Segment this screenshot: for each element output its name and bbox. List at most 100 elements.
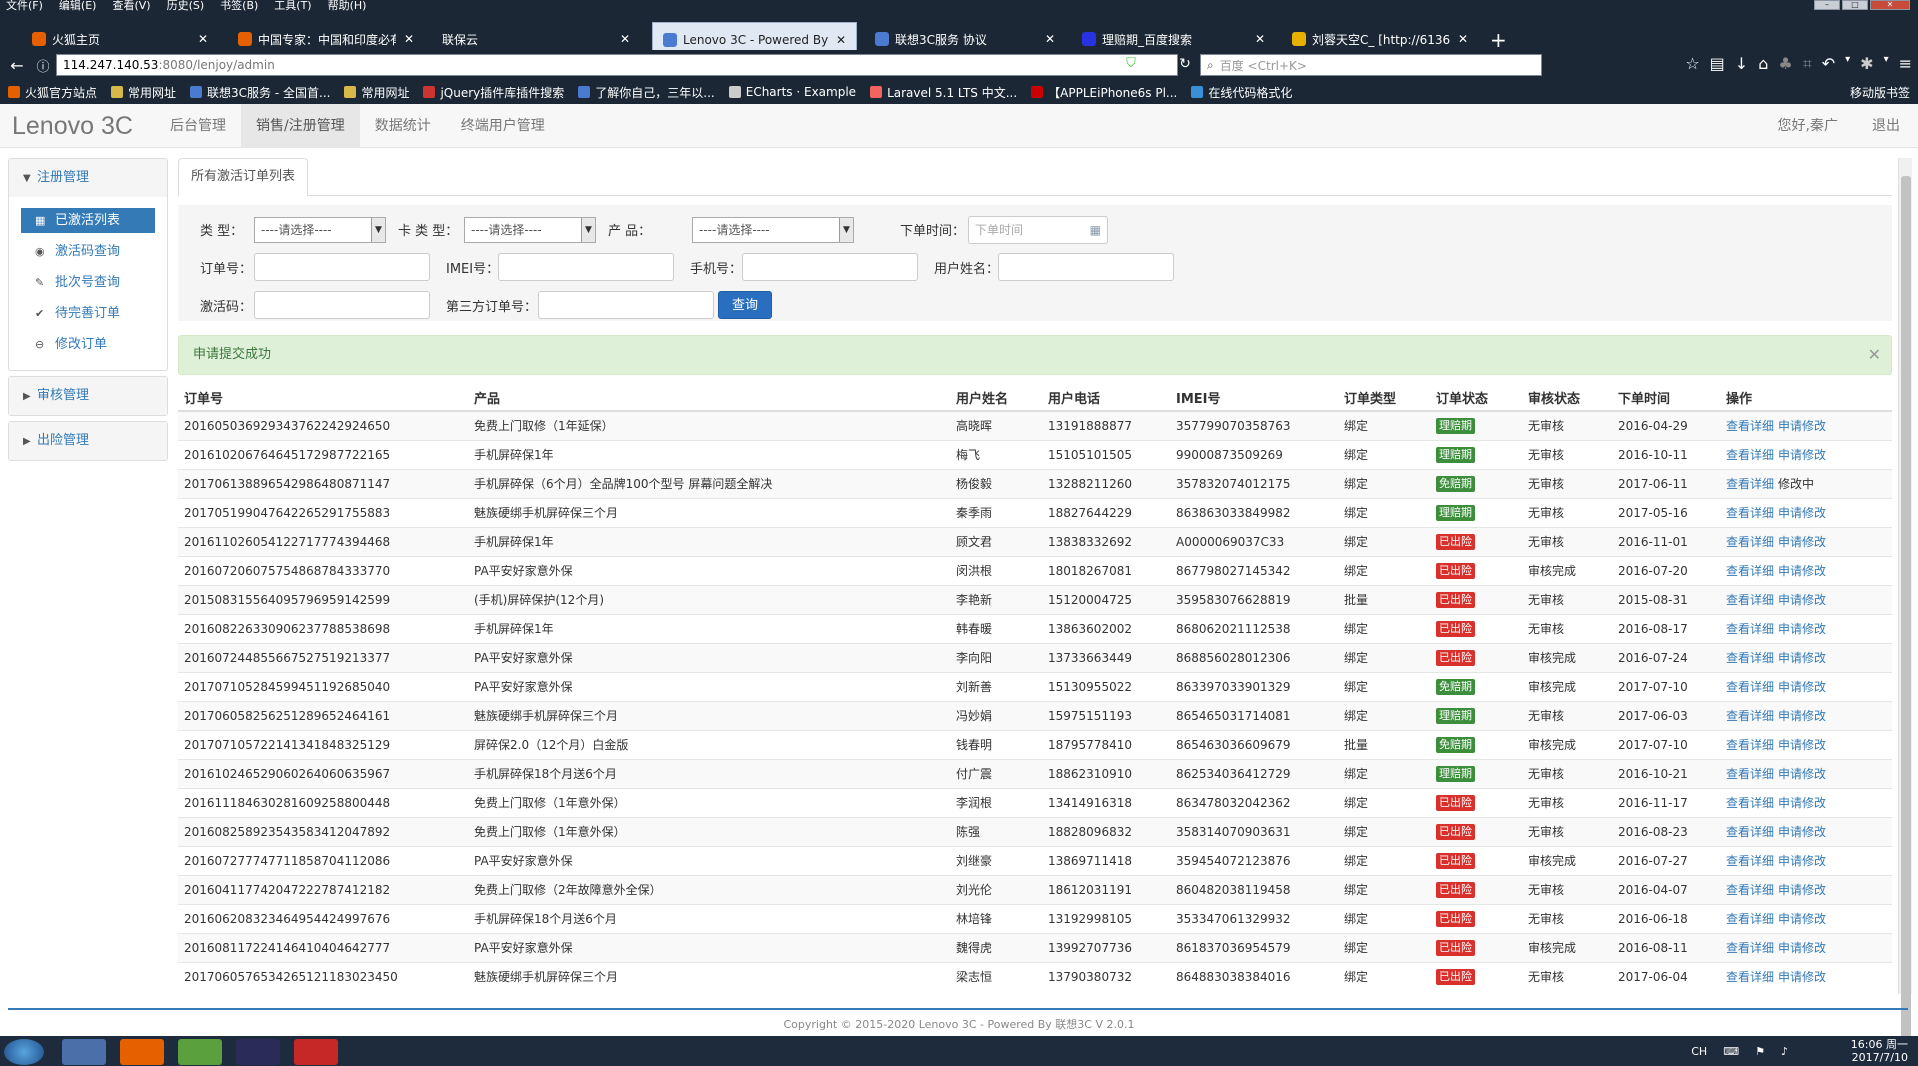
topnav-item[interactable]: 销售/注册管理 — [241, 104, 360, 148]
view-detail-link[interactable]: 查看详细 — [1726, 883, 1774, 897]
close-window-button[interactable]: ✕ — [1870, 0, 1910, 10]
close-tab-icon[interactable]: ✕ — [1458, 32, 1468, 46]
bookmark-item[interactable]: 常用网址 — [111, 84, 176, 101]
gesture-icon[interactable]: ✱ — [1860, 54, 1873, 74]
topnav-item[interactable]: 后台管理 — [155, 104, 241, 148]
sidebar-item[interactable]: ▦ 已激活列表 — [21, 208, 155, 233]
view-detail-link[interactable]: 查看详细 — [1726, 477, 1774, 491]
download-icon[interactable]: ↓ — [1735, 54, 1748, 74]
menu-history[interactable]: 历史(S) — [167, 0, 205, 12]
close-tab-icon[interactable]: ✕ — [404, 32, 414, 46]
apply-edit-link[interactable]: 申请修改 — [1778, 825, 1826, 839]
view-detail-link[interactable]: 查看详细 — [1726, 448, 1774, 462]
apply-edit-link[interactable]: 申请修改 — [1778, 883, 1826, 897]
imei-input[interactable] — [498, 253, 674, 281]
apply-edit-link[interactable]: 申请修改 — [1778, 651, 1826, 665]
view-detail-link[interactable]: 查看详细 — [1726, 535, 1774, 549]
reload-icon[interactable]: ↻ — [1174, 56, 1196, 72]
menu-file[interactable]: 文件(F) — [6, 0, 43, 12]
view-detail-link[interactable]: 查看详细 — [1726, 709, 1774, 723]
clock[interactable]: 16:06 周一 2017/7/10 — [1851, 1038, 1908, 1064]
apply-edit-link[interactable]: 申请修改 — [1778, 448, 1826, 462]
dropdown2-icon[interactable]: ▾ — [1884, 54, 1889, 74]
order-no-input[interactable] — [254, 253, 430, 281]
apply-edit-link[interactable]: 申请修改 — [1778, 535, 1826, 549]
view-detail-link[interactable]: 查看详细 — [1726, 941, 1774, 955]
sidebar-item[interactable]: ◉ 激活码查询 — [21, 236, 155, 267]
sidebar-group-header[interactable]: ▼ 注册管理 — [9, 159, 167, 197]
third-party-order-input[interactable] — [538, 291, 714, 319]
order-time-input[interactable]: 下单时间 ▦ — [968, 216, 1108, 244]
tab-all-activated-orders[interactable]: 所有激活订单列表 — [178, 158, 309, 197]
apply-edit-link[interactable]: 申请修改 — [1778, 622, 1826, 636]
view-detail-link[interactable]: 查看详细 — [1726, 564, 1774, 578]
menu-edit[interactable]: 编辑(E) — [59, 0, 97, 12]
view-detail-link[interactable]: 查看详细 — [1726, 912, 1774, 926]
url-bar[interactable]: 114.247.140.53:8080/lenjoy/admin — [56, 54, 1178, 76]
shield-icon[interactable]: ⛉ — [1120, 56, 1142, 71]
ime-indicator[interactable]: CH — [1691, 1045, 1707, 1058]
menu-help[interactable]: 帮助(H) — [328, 0, 367, 12]
bookmark-item[interactable]: Laravel 5.1 LTS 中文... — [870, 84, 1017, 101]
hamburger-menu-icon[interactable]: ≡ — [1899, 54, 1912, 74]
view-detail-link[interactable]: 查看详细 — [1726, 970, 1774, 984]
view-detail-link[interactable]: 查看详细 — [1726, 622, 1774, 636]
apply-edit-link[interactable]: 申请修改 — [1778, 709, 1826, 723]
apply-edit-link[interactable]: 申请修改 — [1778, 767, 1826, 781]
apply-edit-link[interactable]: 申请修改 — [1778, 419, 1826, 433]
bookmark-item[interactable]: 火狐官方站点 — [8, 84, 97, 101]
activation-code-input[interactable] — [254, 291, 430, 319]
bookmark-item[interactable]: 了解你自己，三年以... — [578, 84, 715, 101]
bookmark-item[interactable]: 联想3C服务 - 全国首... — [190, 84, 330, 101]
menu-tools[interactable]: 工具(T) — [274, 0, 311, 12]
apply-edit-link[interactable]: 申请修改 — [1778, 941, 1826, 955]
username-input[interactable] — [998, 253, 1174, 281]
reader-icon[interactable]: ▤ — [1710, 54, 1725, 74]
sidebar-group-header[interactable]: ▶ 出险管理 — [9, 422, 167, 460]
apply-edit-link[interactable]: 申请修改 — [1778, 593, 1826, 607]
bookmark-item[interactable]: ECharts · Example — [728, 85, 856, 99]
view-detail-link[interactable]: 查看详细 — [1726, 738, 1774, 752]
type-select[interactable]: ----请选择---- ▼ — [254, 217, 386, 243]
apply-edit-link[interactable]: 申请修改 — [1778, 738, 1826, 752]
view-detail-link[interactable]: 查看详细 — [1726, 506, 1774, 520]
close-icon[interactable]: ✕ — [1868, 336, 1881, 374]
volume-icon[interactable]: ♪ — [1781, 1045, 1788, 1058]
view-detail-link[interactable]: 查看详细 — [1726, 825, 1774, 839]
close-tab-icon[interactable]: ✕ — [1255, 32, 1265, 46]
sidebar-group-header[interactable]: ▶ 审核管理 — [9, 377, 167, 415]
minimize-button[interactable]: – — [1814, 0, 1840, 10]
search-input[interactable]: ⌕ 百度 <Ctrl+K> — [1200, 54, 1542, 76]
app-brand[interactable]: Lenovo 3C — [12, 112, 133, 141]
query-button[interactable]: 查询 — [718, 291, 772, 319]
star-icon[interactable]: ☆ — [1685, 54, 1699, 74]
close-tab-icon[interactable]: ✕ — [1045, 32, 1055, 46]
view-detail-link[interactable]: 查看详细 — [1726, 796, 1774, 810]
mobile-bookmarks-link[interactable]: 移动版书签 — [1850, 84, 1910, 101]
scrollbar-thumb[interactable] — [1901, 176, 1911, 1056]
home-icon[interactable]: ⌂ — [1758, 54, 1768, 74]
undo-icon[interactable]: ↶ — [1822, 54, 1835, 74]
view-detail-link[interactable]: 查看详细 — [1726, 767, 1774, 781]
info-icon[interactable]: ⓘ — [32, 56, 54, 75]
apply-edit-link[interactable]: 申请修改 — [1778, 970, 1826, 984]
view-detail-link[interactable]: 查看详细 — [1726, 680, 1774, 694]
view-detail-link[interactable]: 查看详细 — [1726, 854, 1774, 868]
taskbar-app-3[interactable] — [178, 1039, 222, 1065]
card-type-select[interactable]: ----请选择---- ▼ — [464, 217, 596, 243]
bookmark-item[interactable]: 【APPLEiPhone6s Pl... — [1031, 84, 1177, 101]
menu-bookmarks[interactable]: 书签(B) — [220, 0, 258, 12]
view-detail-link[interactable]: 查看详细 — [1726, 419, 1774, 433]
taskbar-youdao[interactable] — [294, 1039, 338, 1065]
sidebar-item[interactable]: ✎ 批次号查询 — [21, 267, 155, 298]
bookmark-item[interactable]: 在线代码格式化 — [1191, 84, 1292, 101]
apply-edit-link[interactable]: 申请修改 — [1778, 854, 1826, 868]
page-scrollbar[interactable] — [1898, 158, 1912, 1056]
sidebar-item[interactable]: ⊖ 修改订单 — [21, 329, 155, 360]
dropdown-icon[interactable]: ▾ — [1845, 54, 1850, 74]
close-tab-icon[interactable]: ✕ — [620, 32, 630, 46]
sync-icon[interactable]: ♣ — [1778, 54, 1792, 74]
menu-view[interactable]: 查看(V) — [112, 0, 150, 12]
bookmark-item[interactable]: jQuery插件库插件搜索 — [423, 84, 564, 101]
crop-icon[interactable]: ⌗ — [1803, 54, 1812, 74]
